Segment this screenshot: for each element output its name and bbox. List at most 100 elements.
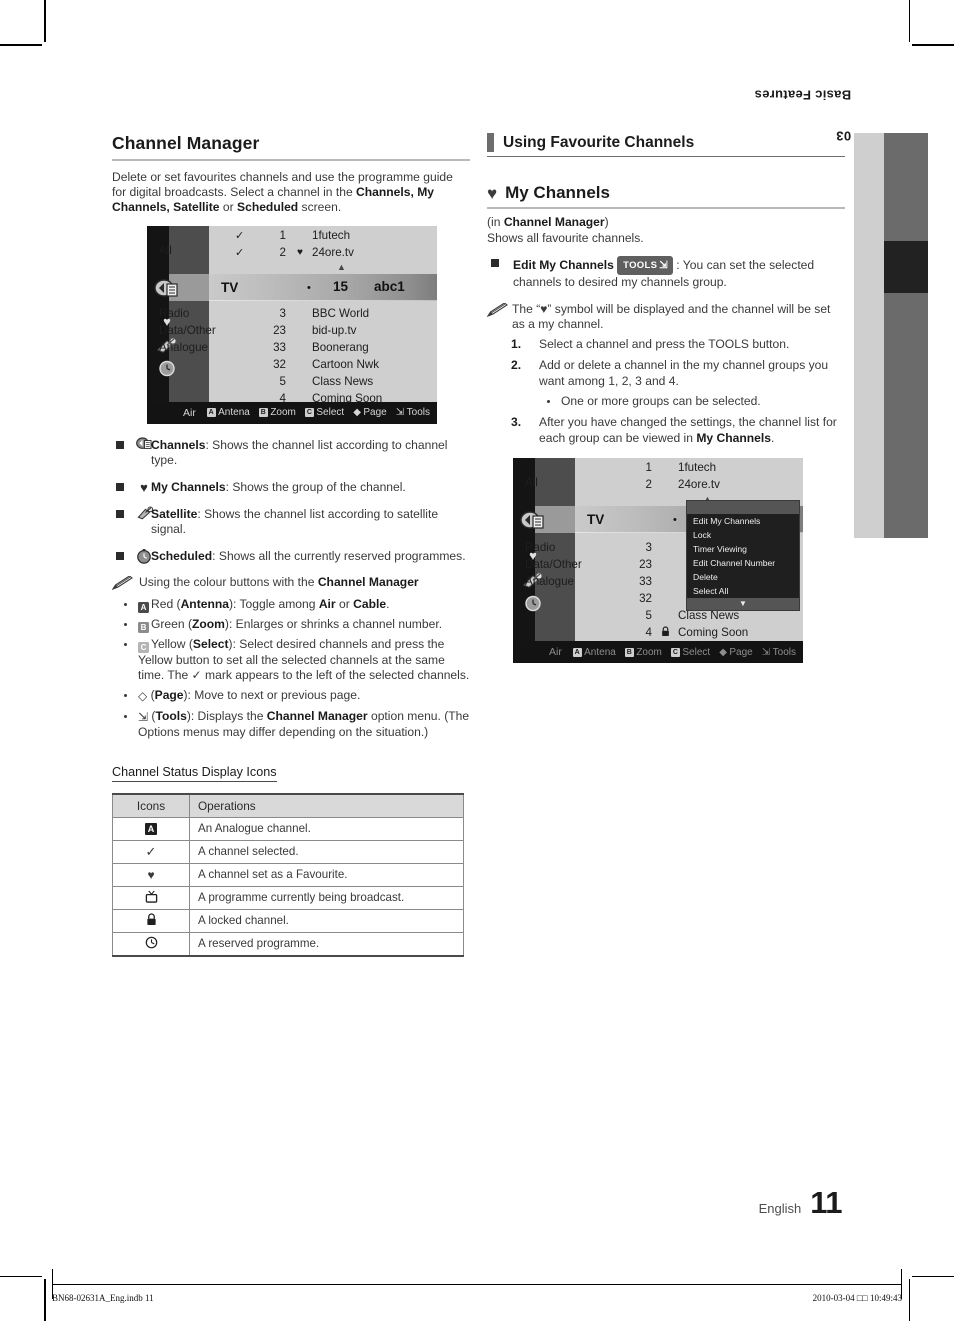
- context-menu-item-select-all[interactable]: Select All: [687, 584, 799, 598]
- tv2-row-3-num: 3: [645, 541, 652, 555]
- context-menu-item-delete[interactable]: Delete: [687, 570, 799, 584]
- shows-favourite-line: Shows all favourite channels.: [487, 231, 644, 246]
- table-row: A locked channel.: [112, 909, 464, 933]
- tv2-key-page[interactable]: ◆ Page: [719, 647, 753, 658]
- page-number-block: English 11: [759, 1185, 843, 1221]
- tv1-row-4[interactable]: 23 bid-up.tv: [147, 322, 437, 339]
- tv1-key-tools[interactable]: ⇲ Tools: [396, 407, 430, 418]
- crop-mark-left-top: [0, 44, 42, 46]
- step-1: 1. Select a channel and press the TOOLS …: [487, 337, 845, 353]
- bullet-satellite: Satellite: Shows the channel list accord…: [112, 505, 470, 538]
- tv1-row-5[interactable]: 33 Boonerang: [147, 339, 437, 356]
- intro-text-c: or: [219, 200, 238, 215]
- tv1-key-tools-label: Tools: [406, 407, 430, 419]
- step-3: 3. After you have changed the settings, …: [487, 415, 845, 446]
- tv1-row-4-name: bid-up.tv: [312, 323, 357, 337]
- satellite-icon-svg: [137, 505, 154, 519]
- table-cell-op-3: A programme currently being broadcast.: [189, 886, 464, 910]
- square-marker: [491, 258, 499, 267]
- bullet-satellite-term: Satellite: [151, 506, 198, 521]
- tv2-row-7-num: 5: [645, 609, 652, 623]
- step-3-text-b: My Channels: [696, 430, 771, 445]
- lock-icon-svg: [146, 913, 156, 925]
- tv1-row-1[interactable]: ✓ 2 ♥ 24ore.tv: [147, 244, 437, 261]
- tv1-row-3-name: BBC World: [312, 306, 370, 320]
- tv2-row-4-num: 23: [639, 558, 652, 572]
- context-menu-item-edit-channel-number[interactable]: Edit Channel Number: [687, 556, 799, 570]
- context-menu-item-timer-viewing[interactable]: Timer Viewing: [687, 542, 799, 556]
- colour-red-g: .: [386, 596, 390, 611]
- colour-green-b: Zoom: [192, 616, 225, 631]
- channels-icon-svg: [154, 279, 178, 297]
- table-row: A reserved programme.: [112, 932, 464, 957]
- tv1-key-select[interactable]: C Select: [304, 407, 344, 418]
- channels-icon[interactable]: [147, 279, 187, 303]
- page-updown-icon: ◇: [138, 689, 148, 704]
- tv1-row-3[interactable]: 3 BBC World: [147, 305, 437, 322]
- manual-page: Channel Manager Delete or set favourites…: [0, 0, 954, 1321]
- bullet-channels: Channels: Shows the channel list accordi…: [112, 437, 470, 469]
- tools-icon: ⇲: [761, 646, 771, 658]
- tools-icon: ⇲: [659, 259, 668, 271]
- tv2-selected-cat: TV: [587, 512, 605, 528]
- tv1-row-0[interactable]: ✓ 1 1futech: [147, 227, 437, 244]
- tv-screenshot-my-channels-tools: Channels ♥: [513, 458, 803, 664]
- tv2-key-tools-label: Tools: [772, 646, 796, 658]
- tv1-row-3-num: 3: [279, 306, 286, 320]
- satellite-icon: [136, 505, 154, 525]
- page-title: Channel Manager: [112, 133, 260, 153]
- tv2-key-tools[interactable]: ⇲ Tools: [762, 647, 796, 658]
- tv-broadcast-icon: [112, 886, 190, 910]
- heart-icon: ♥: [487, 183, 498, 203]
- channels-icon[interactable]: [513, 511, 553, 535]
- tv2-key-select[interactable]: C Select: [670, 646, 711, 658]
- tv1-key-zoom[interactable]: B Zoom: [258, 407, 296, 418]
- page-bullet-c: ): Move to next or previous page.: [183, 688, 361, 703]
- clock-icon: [112, 932, 190, 957]
- lock-icon-svg: [662, 626, 669, 636]
- tv2-key-antena[interactable]: A Antena: [572, 647, 616, 658]
- tv1-selected-row-content[interactable]: TV • 15 abc1: [209, 273, 437, 301]
- intro-paragraph: Delete or set favourites channels and us…: [112, 170, 470, 216]
- section-bar-marker: [487, 133, 494, 152]
- tools-icon: ⇲: [395, 407, 405, 419]
- tv1-row-0-num: 1: [279, 228, 286, 242]
- tools-bullet-b: Tools: [155, 708, 187, 723]
- tv1-row-4-num: 23: [273, 323, 286, 337]
- tv2-key-page-label: Page: [729, 646, 753, 658]
- tv2-row-8[interactable]: 4 Coming Soon: [513, 624, 803, 641]
- tv1-air-label: Air: [183, 406, 196, 419]
- tv2-key-zoom[interactable]: B Zoom: [624, 647, 662, 658]
- tv1-row-0-name: 1futech: [312, 228, 351, 242]
- table-cell-op-0: An Analogue channel.: [189, 817, 464, 841]
- context-menu-scroll-down-arrow[interactable]: ▼: [687, 598, 799, 611]
- tv2-key-select-label: Select: [682, 646, 711, 658]
- tv1-row-6[interactable]: 32 Cartoon Nwk: [147, 356, 437, 373]
- tv1-key-page[interactable]: ◆ Page: [353, 407, 387, 418]
- context-menu-item-edit-my-channels[interactable]: Edit My Channels: [687, 514, 799, 528]
- context-menu-item-lock[interactable]: Lock: [687, 528, 799, 542]
- side-tab-number: 03: [836, 128, 852, 144]
- colour-yellow-a: Yellow (: [151, 636, 193, 651]
- tv2-row-1[interactable]: 2 24ore.tv: [513, 476, 803, 493]
- tools-context-menu[interactable]: Edit My Channels Lock Timer Viewing Edit…: [686, 500, 800, 612]
- tv1-key-antena[interactable]: A Antena: [206, 407, 250, 419]
- green-key-icon: B: [624, 647, 634, 657]
- yellow-key-icon: C: [138, 641, 149, 653]
- tv2-row-6-num: 32: [639, 592, 652, 606]
- bullet-scheduled: Scheduled: Shows all the currently reser…: [112, 549, 470, 565]
- tv1-row-7[interactable]: 5 Class News: [147, 373, 437, 390]
- step-2: 2. Add or delete a channel in the my cha…: [487, 358, 845, 409]
- section-heading-favourite-channels: Using Favourite Channels: [487, 133, 845, 152]
- tv1-scroll-up-arrow[interactable]: ▲: [337, 262, 346, 272]
- tv2-row-0[interactable]: 1 1futech: [513, 459, 803, 476]
- tv1-row-6-num: 32: [273, 357, 286, 371]
- colour-red-f: Cable: [353, 596, 387, 611]
- tv-broadcast-icon-svg: [145, 890, 157, 903]
- tools-pill-button[interactable]: TOOLS ⇲: [617, 255, 673, 276]
- tv1-key-antena-label: Antena: [218, 407, 250, 419]
- step-3-text-c: .: [770, 430, 775, 445]
- section-heading-text: Using Favourite Channels: [503, 133, 695, 151]
- side-tab-chapter: Basic Features: [754, 87, 852, 103]
- edit-my-channels-term: Edit My Channels: [513, 257, 614, 272]
